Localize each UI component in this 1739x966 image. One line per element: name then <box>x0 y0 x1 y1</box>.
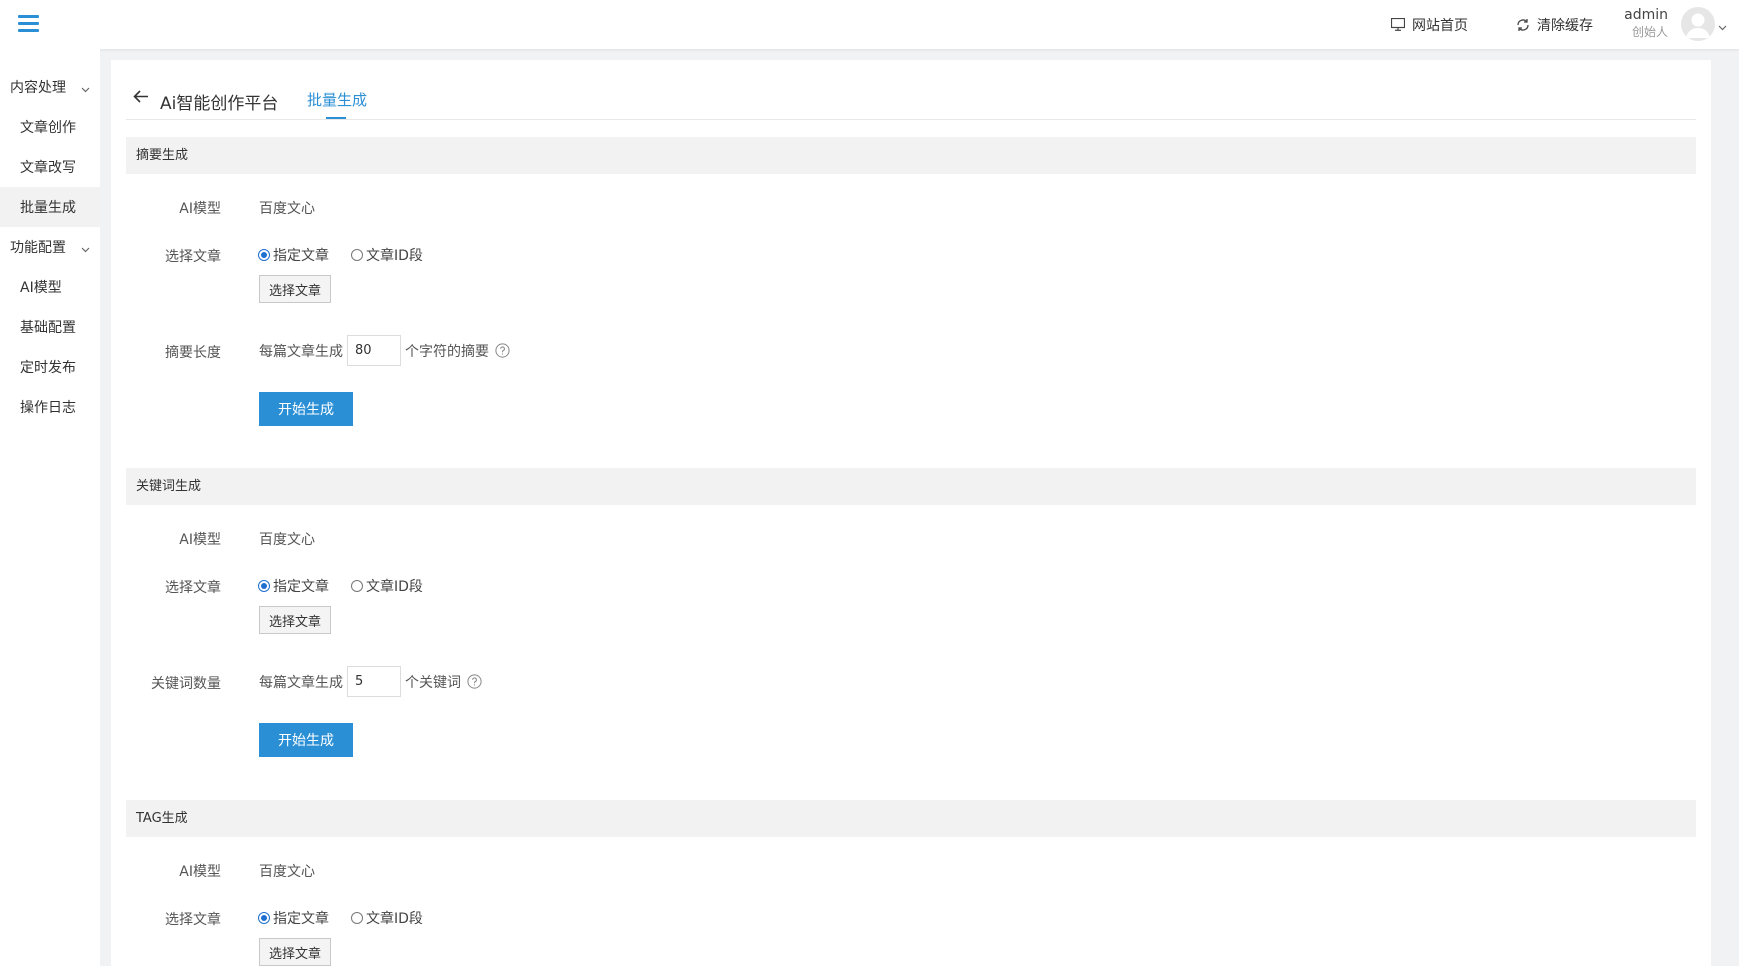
sidebar-item-basic-config[interactable]: 基础配置 <box>0 307 100 347</box>
select-article-label: 选择文章 <box>165 580 221 596</box>
radio-checked-icon <box>258 580 270 592</box>
page-header: Ai智能创作平台 批量生成 <box>126 60 1696 120</box>
clear-cache-label: 清除缓存 <box>1537 17 1593 34</box>
param-prefix: 每篇文章生成 <box>259 674 343 691</box>
ai-model-value: 百度文心 <box>259 201 315 217</box>
radio-unchecked-icon <box>351 912 363 924</box>
question-circle-icon[interactable] <box>495 343 510 358</box>
radio-checked-icon <box>258 912 270 924</box>
start-generate-button[interactable]: 开始生成 <box>259 392 353 426</box>
summary-length-input[interactable] <box>347 335 401 366</box>
radio-label: 文章ID段 <box>366 579 423 595</box>
sidebar-item-batch-generate[interactable]: 批量生成 <box>0 187 100 227</box>
question-circle-icon[interactable] <box>467 674 482 689</box>
summary-length-label: 摘要长度 <box>165 345 221 361</box>
radio-label: 指定文章 <box>273 579 329 595</box>
sidebar-group-config[interactable]: 功能配置 <box>0 227 100 267</box>
tab-batch-generate[interactable]: 批量生成 <box>307 89 367 110</box>
menu-toggle-icon[interactable] <box>18 15 39 32</box>
sidebar-item-article-rewrite[interactable]: 文章改写 <box>0 147 100 187</box>
radio-label: 指定文章 <box>273 248 329 264</box>
param-suffix: 个关键词 <box>405 674 461 691</box>
sidebar: 内容处理 文章创作 文章改写 批量生成 功能配置 AI模型 基础配置 定时发布 … <box>0 49 100 966</box>
section-summary-header: 摘要生成 <box>126 137 1696 174</box>
sidebar-group-label: 功能配置 <box>10 240 66 256</box>
radio-label: 指定文章 <box>273 911 329 927</box>
monitor-icon <box>1390 17 1406 33</box>
ai-model-value: 百度文心 <box>259 864 315 880</box>
keyword-count-label: 关键词数量 <box>151 676 221 692</box>
ai-model-value: 百度文心 <box>259 532 315 548</box>
section-tag-header: TAG生成 <box>126 800 1696 837</box>
section-keyword-header: 关键词生成 <box>126 468 1696 505</box>
keyword-count-row: 每篇文章生成 个关键词 <box>259 666 482 697</box>
start-generate-button[interactable]: 开始生成 <box>259 723 353 757</box>
site-home-label: 网站首页 <box>1412 17 1468 34</box>
param-suffix: 个字符的摘要 <box>405 343 489 360</box>
avatar[interactable] <box>1681 7 1715 41</box>
radio-article-id-range[interactable]: 文章ID段 <box>351 908 423 928</box>
select-article-label: 选择文章 <box>165 912 221 928</box>
chevron-down-icon[interactable] <box>1718 19 1727 35</box>
ai-model-label: AI模型 <box>179 201 221 217</box>
select-article-button[interactable]: 选择文章 <box>259 606 331 634</box>
radio-label: 文章ID段 <box>366 248 423 264</box>
select-article-button[interactable]: 选择文章 <box>259 938 331 966</box>
back-arrow-icon[interactable] <box>133 90 149 107</box>
keyword-count-input[interactable] <box>347 666 401 697</box>
sidebar-item-article-create[interactable]: 文章创作 <box>0 107 100 147</box>
sidebar-item-operation-log[interactable]: 操作日志 <box>0 387 100 427</box>
tab-underline <box>326 117 346 119</box>
refresh-icon <box>1515 17 1531 33</box>
radio-specified-article[interactable]: 指定文章 <box>258 908 329 928</box>
radio-specified-article[interactable]: 指定文章 <box>258 245 329 265</box>
chevron-down-icon <box>81 241 90 257</box>
page-title: Ai智能创作平台 <box>160 94 279 114</box>
clear-cache-link[interactable]: 清除缓存 <box>1515 0 1593 49</box>
main-panel: Ai智能创作平台 批量生成 摘要生成 AI模型 百度文心 选择文章 指定文章 文… <box>111 60 1711 966</box>
radio-label: 文章ID段 <box>366 911 423 927</box>
top-bar: 网站首页 清除缓存 admin 创始人 <box>0 0 1739 49</box>
select-article-label: 选择文章 <box>165 249 221 265</box>
site-home-link[interactable]: 网站首页 <box>1390 0 1468 49</box>
summary-length-row: 每篇文章生成 个字符的摘要 <box>259 335 510 366</box>
param-prefix: 每篇文章生成 <box>259 343 343 360</box>
radio-article-id-range[interactable]: 文章ID段 <box>351 245 423 265</box>
radio-article-id-range[interactable]: 文章ID段 <box>351 576 423 596</box>
sidebar-group-label: 内容处理 <box>10 80 66 96</box>
user-role: 创始人 <box>1631 25 1668 39</box>
radio-unchecked-icon <box>351 580 363 592</box>
radio-specified-article[interactable]: 指定文章 <box>258 576 329 596</box>
sidebar-group-content[interactable]: 内容处理 <box>0 67 100 107</box>
radio-unchecked-icon <box>351 249 363 261</box>
ai-model-label: AI模型 <box>179 532 221 548</box>
sidebar-item-scheduled-publish[interactable]: 定时发布 <box>0 347 100 387</box>
radio-checked-icon <box>258 249 270 261</box>
sidebar-item-ai-model[interactable]: AI模型 <box>0 267 100 307</box>
select-article-button[interactable]: 选择文章 <box>259 275 331 303</box>
user-info[interactable]: admin 创始人 <box>1622 6 1668 40</box>
chevron-down-icon <box>81 81 90 97</box>
user-avatar-icon <box>1686 13 1710 38</box>
ai-model-label: AI模型 <box>179 864 221 880</box>
user-name: admin <box>1624 7 1668 23</box>
